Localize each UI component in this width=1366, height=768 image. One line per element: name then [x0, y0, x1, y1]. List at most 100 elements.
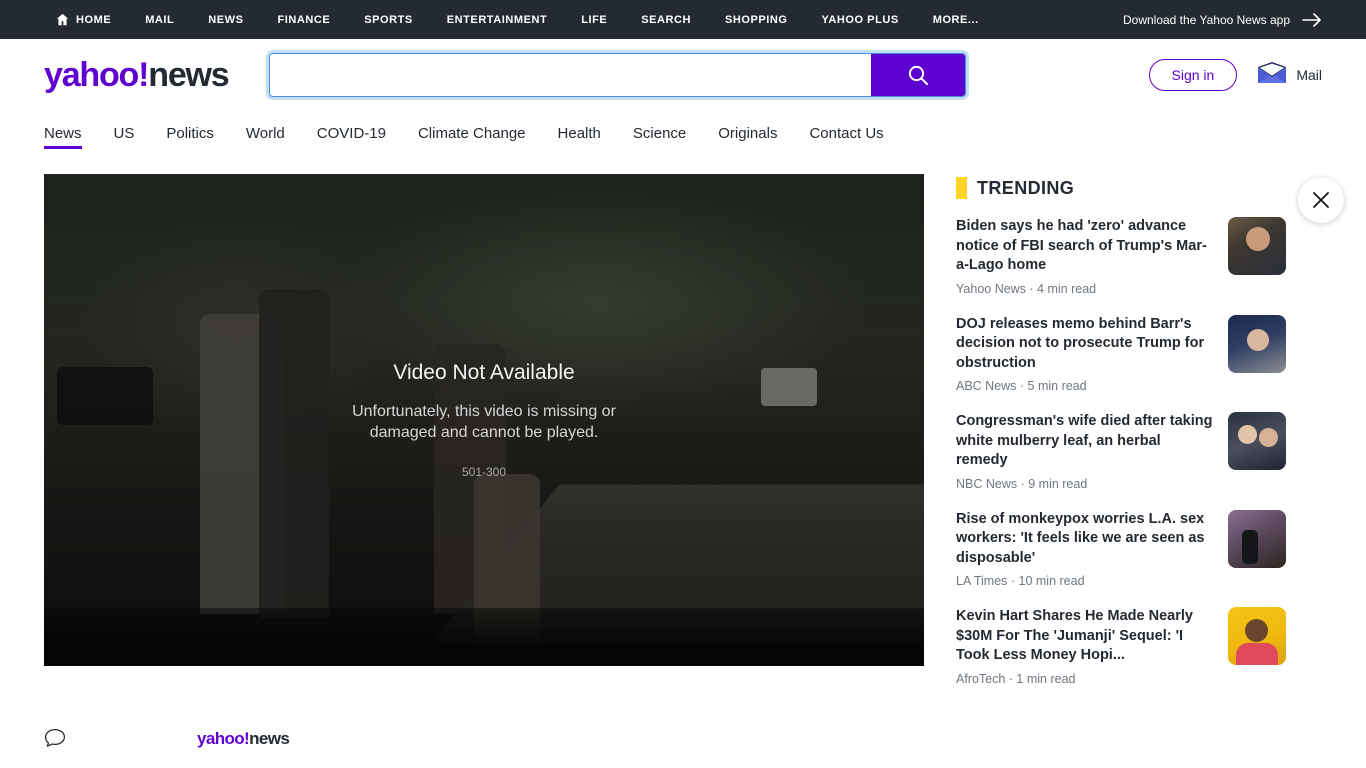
uh-item-home[interactable]: HOME: [44, 0, 128, 39]
trending-item-title: Biden says he had 'zero' advance notice …: [956, 218, 1207, 273]
trending-item-thumbnail[interactable]: [1228, 607, 1286, 665]
logo-brand: yahoo!: [44, 55, 149, 94]
main-content: Video Not Available Unfortunately, this …: [0, 174, 1366, 705]
section-nav-item-climate-change[interactable]: Climate Change: [402, 111, 542, 155]
footer-logo-property: news: [249, 729, 290, 748]
trending-list-item[interactable]: Rise of monkeypox worries L.A. sex worke…: [956, 509, 1286, 589]
home-icon: [56, 13, 69, 26]
uh-item-label: HOME: [76, 13, 112, 26]
uh-item-more[interactable]: MORE...: [916, 0, 996, 39]
footer-logo-brand: yahoo!: [197, 729, 250, 748]
section-nav-item-health[interactable]: Health: [542, 111, 617, 155]
trending-rail: TRENDING Biden says he had 'zero' advanc…: [956, 174, 1286, 705]
uh-item-label: ENTERTAINMENT: [446, 13, 548, 26]
search-icon: [906, 63, 930, 87]
uh-item-label: FINANCE: [277, 13, 331, 26]
trending-item-title: Rise of monkeypox worries L.A. sex worke…: [956, 510, 1205, 566]
sign-in-button[interactable]: Sign in: [1148, 59, 1238, 91]
section-nav-item-politics[interactable]: Politics: [150, 111, 230, 155]
uh-item-finance[interactable]: FINANCE: [261, 0, 348, 39]
section-nav-item-news[interactable]: News: [44, 111, 98, 155]
video-error-title: Video Not Available: [393, 361, 575, 384]
comment-bubble-icon: [44, 728, 66, 751]
arrow-right-icon: [1302, 12, 1322, 27]
universal-header-nav: HOME MAIL NEWS FINANCE SPORTS ENTERTAINM…: [0, 0, 996, 39]
trending-item-thumbnail[interactable]: [1228, 509, 1286, 568]
uh-item-label: SPORTS: [364, 13, 413, 26]
uh-item-label: LIFE: [581, 13, 608, 26]
section-nav-label: COVID-19: [316, 124, 386, 142]
trending-item-meta: AfroTech · 1 min read: [956, 671, 1076, 686]
uh-item-shopping[interactable]: SHOPPING: [708, 0, 804, 39]
video-error-code: 501-300: [461, 465, 507, 479]
uh-item-mail[interactable]: MAIL: [128, 0, 191, 39]
trending-title: TRENDING: [977, 177, 1075, 198]
section-nav-item-originals[interactable]: Originals: [702, 111, 793, 155]
section-nav-label: Health: [557, 124, 601, 142]
section-nav-item-contact-us[interactable]: Contact Us: [793, 111, 899, 155]
masthead: yahoo! news Sign in Mail: [0, 39, 1366, 111]
section-nav-label: Originals: [718, 124, 778, 142]
trending-item-thumbnail[interactable]: [1228, 217, 1286, 275]
section-nav-item-us[interactable]: US: [98, 111, 151, 155]
close-button[interactable]: [1298, 177, 1344, 223]
video-error-message: Video Not Available Unfortunately, this …: [44, 174, 924, 666]
uh-item-news[interactable]: NEWS: [191, 0, 260, 39]
section-nav-label: Contact Us: [809, 124, 884, 142]
logo-property: news: [148, 55, 229, 94]
trending-item-text: Kevin Hart Shares He Made Nearly $30M Fo…: [956, 607, 1214, 686]
section-nav: News US Politics World COVID-19 Climate …: [0, 111, 1366, 155]
trending-item-meta: Yahoo News · 4 min read: [956, 281, 1097, 296]
uh-item-sports[interactable]: SPORTS: [347, 0, 430, 39]
download-app-label: Download the Yahoo News app: [1122, 12, 1290, 27]
uh-item-entertainment[interactable]: ENTERTAINMENT: [430, 0, 564, 39]
mail-link[interactable]: Mail: [1257, 61, 1322, 90]
uh-item-label: MORE...: [932, 13, 979, 26]
uh-item-label: YAHOO PLUS: [821, 13, 899, 26]
search-bar: [269, 53, 967, 97]
trending-header: TRENDING: [956, 177, 1286, 199]
section-nav-label: US: [113, 124, 135, 142]
trending-list-item[interactable]: Kevin Hart Shares He Made Nearly $30M Fo…: [956, 607, 1286, 686]
section-nav-item-world[interactable]: World: [230, 111, 301, 155]
search-button[interactable]: [871, 54, 966, 96]
uh-item-life[interactable]: LIFE: [564, 0, 624, 39]
trending-item-text: Rise of monkeypox worries L.A. sex worke…: [956, 510, 1214, 589]
trending-item-text: Biden says he had 'zero' advance notice …: [956, 217, 1214, 296]
uh-item-yahoo-plus[interactable]: YAHOO PLUS: [805, 0, 916, 39]
uh-item-label: MAIL: [145, 13, 175, 26]
search-input[interactable]: [270, 54, 872, 96]
uh-item-search[interactable]: SEARCH: [624, 0, 708, 39]
comments-button[interactable]: [44, 728, 92, 751]
trending-item-text: DOJ releases memo behind Barr's decision…: [956, 315, 1214, 394]
section-nav-label: News: [44, 124, 82, 142]
uh-item-label: NEWS: [208, 13, 244, 26]
trending-item-title: Congressman's wife died after taking whi…: [956, 413, 1213, 468]
trending-list-item[interactable]: Biden says he had 'zero' advance notice …: [956, 217, 1286, 296]
yahoo-news-logo[interactable]: yahoo! news: [44, 55, 230, 95]
footer-yahoo-news-logo[interactable]: yahoo! news: [197, 729, 290, 749]
trending-list-item[interactable]: Congressman's wife died after taking whi…: [956, 412, 1286, 491]
section-nav-label: World: [245, 124, 285, 142]
trending-item-meta: NBC News · 9 min read: [956, 476, 1088, 491]
trending-item-thumbnail[interactable]: [1228, 314, 1286, 373]
trending-item-text: Congressman's wife died after taking whi…: [956, 412, 1214, 491]
trending-item-title: Kevin Hart Shares He Made Nearly $30M Fo…: [956, 608, 1193, 663]
video-player[interactable]: Video Not Available Unfortunately, this …: [44, 174, 924, 666]
section-nav-item-covid-19[interactable]: COVID-19: [301, 111, 402, 155]
trending-list-item[interactable]: DOJ releases memo behind Barr's decision…: [956, 314, 1286, 394]
uh-item-label: SHOPPING: [725, 13, 788, 26]
section-nav-label: Science: [632, 124, 687, 142]
masthead-actions: Sign in Mail: [1148, 59, 1322, 91]
mail-envelope-icon: [1257, 61, 1287, 90]
uh-item-label: SEARCH: [641, 13, 692, 26]
trending-item-thumbnail[interactable]: [1228, 412, 1286, 470]
trending-item-meta: ABC News · 5 min read: [956, 379, 1087, 393]
section-nav-item-science[interactable]: Science: [617, 111, 702, 155]
trending-item-meta: LA Times · 10 min read: [956, 574, 1085, 588]
below-player-strip: yahoo! news: [0, 728, 1366, 751]
video-error-description: Unfortunately, this video is missing or …: [352, 403, 616, 441]
download-app-link[interactable]: Download the Yahoo News app: [1123, 13, 1366, 27]
trending-marker-icon: [956, 177, 967, 199]
universal-header-bar: HOME MAIL NEWS FINANCE SPORTS ENTERTAINM…: [0, 0, 1366, 39]
